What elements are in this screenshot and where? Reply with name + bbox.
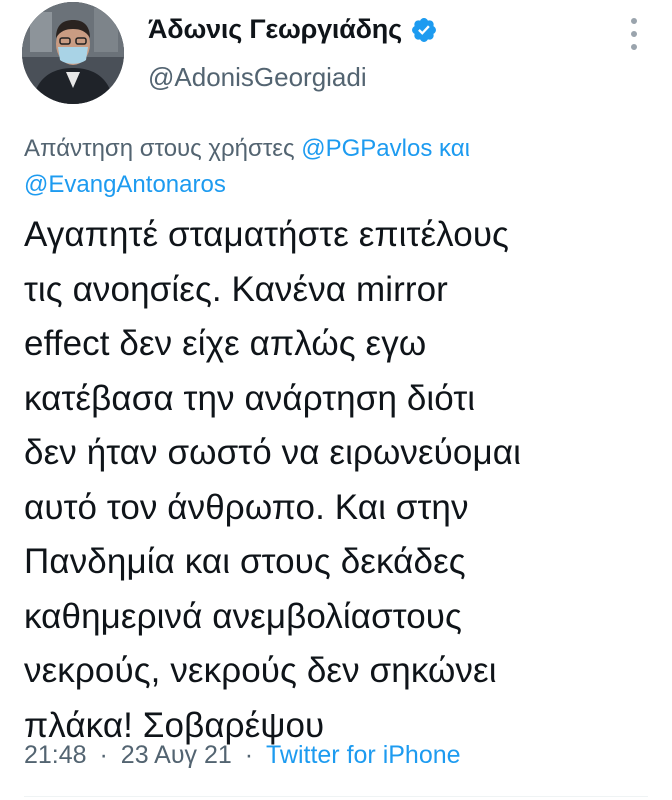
tweet-time[interactable]: 21:48: [24, 741, 87, 769]
author-name-row: Άδωνις Γεωργιάδης: [148, 14, 438, 45]
tweet-text-line: τις ανοησίες. Κανένα mirror: [24, 269, 448, 309]
tweet-text-line: καθημερινά ανεμβολίαστους: [24, 596, 463, 636]
meta-separator: ·: [99, 741, 108, 769]
tweet-text-line: κατέβασα την ανάρτηση διότι: [24, 378, 476, 418]
tweet-text-line: Αγαπητέ σταματήστε επιτέλους: [24, 215, 510, 254]
tweet-detail: Άδωνις Γεωργιάδης @AdonisGeorgiadi Απάντ…: [0, 0, 672, 800]
tweet-text: Αγαπητέ σταματήστε επιτέλους τις ανοησίε…: [24, 208, 654, 753]
reply-context: Απάντηση στους χρήστες @PGPavlos και @Ev…: [24, 131, 644, 203]
reply-prefix: Απάντηση στους χρήστες: [24, 135, 295, 162]
tweet-date[interactable]: 23 Αυγ 21: [121, 741, 232, 769]
verified-badge-icon: [410, 16, 438, 44]
tweet-text-line: effect δεν είχε απλώς εγω: [24, 324, 427, 363]
tweet-text-line: Πανδημία και στους δεκάδες: [24, 542, 466, 581]
avatar[interactable]: [22, 2, 124, 104]
tweet-meta: 21:48 · 23 Αυγ 21 · Twitter for iPhone: [24, 741, 461, 770]
meta-separator: ·: [244, 741, 254, 769]
tweet-text-line: νεκρούς, νεκρούς δεν σηκώνει: [24, 651, 497, 690]
divider: [24, 796, 648, 797]
user-handle[interactable]: @AdonisGeorgiadi: [148, 62, 367, 93]
tweet-text-line: δεν ήταν σωστό να ειρωνεύομαι: [24, 433, 521, 472]
reply-conjunction: και: [439, 135, 470, 162]
tweet-source-link[interactable]: Twitter for iPhone: [266, 741, 461, 769]
mention-link[interactable]: @PGPavlos: [301, 135, 432, 162]
more-vertical-icon[interactable]: [624, 18, 644, 50]
mention-link[interactable]: @EvangAntonaros: [24, 171, 226, 198]
tweet-text-line: αυτό τον άνθρωπο. Και στην: [24, 487, 469, 527]
profile-photo: [22, 2, 124, 104]
display-name[interactable]: Άδωνις Γεωργιάδης: [148, 14, 402, 45]
